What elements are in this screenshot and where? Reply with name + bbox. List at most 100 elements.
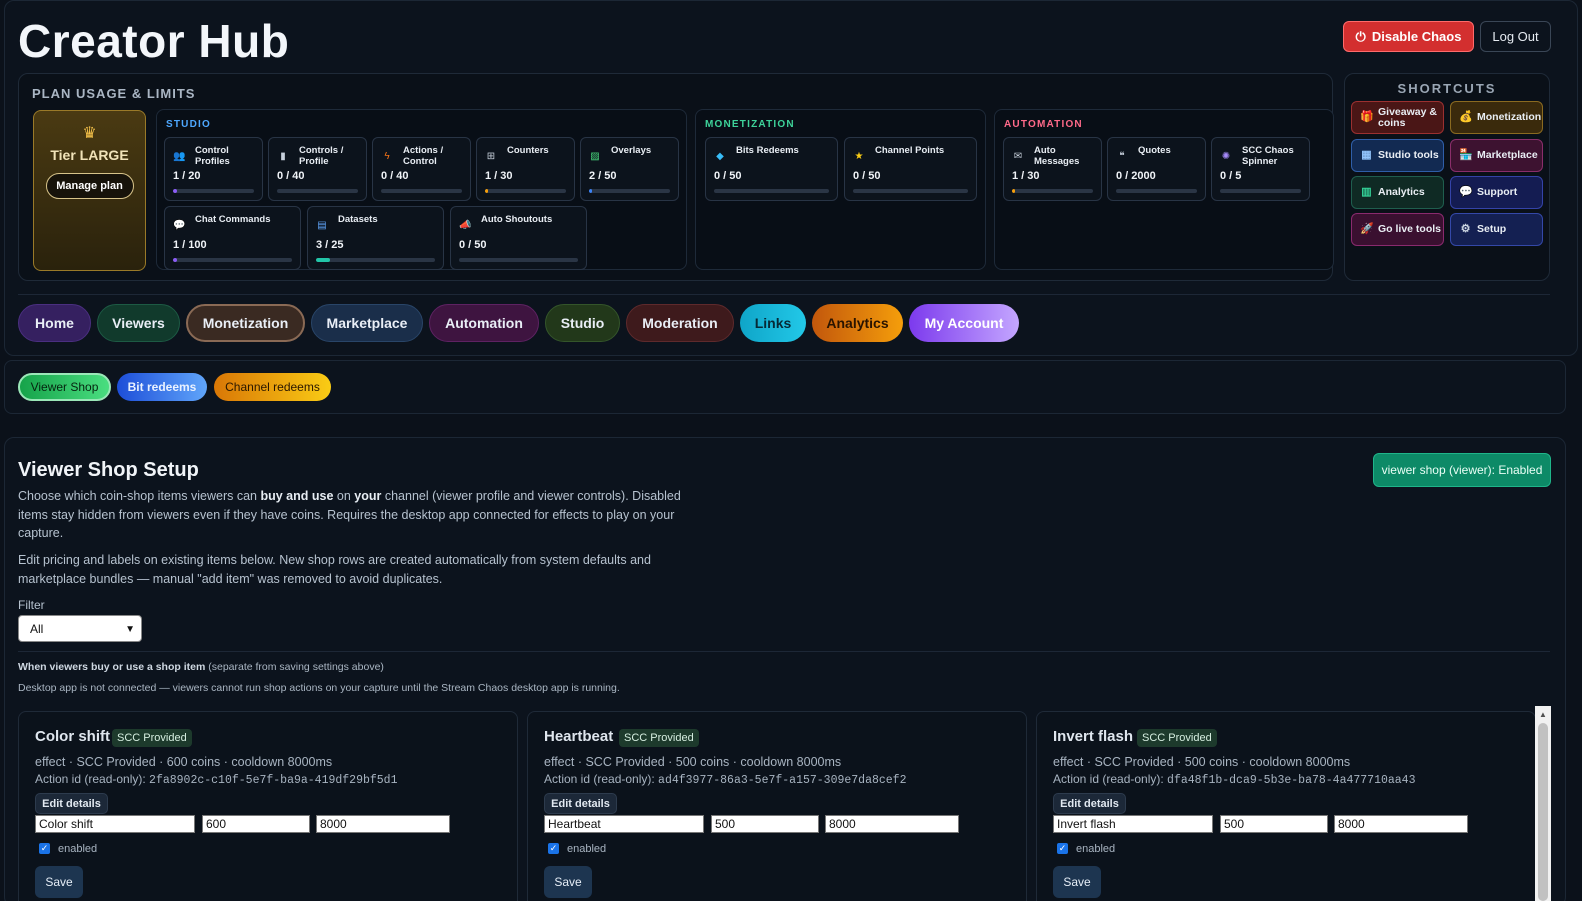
chat-icon: 💬 — [173, 220, 186, 231]
viewer-shop-status-badge: viewer shop (viewer): Enabled — [1373, 453, 1551, 487]
tab-monetization[interactable]: Monetization — [186, 304, 305, 342]
usage-card-count: 0 / 50 — [853, 170, 881, 182]
usage-card-count: 0 / 40 — [381, 170, 409, 182]
item-price-input[interactable]: 600 — [202, 815, 310, 833]
item-cooldown-input[interactable]: 8000 — [1334, 815, 1468, 833]
usage-card-count: 0 / 2000 — [1116, 170, 1156, 182]
viewer-shop-title: Viewer Shop Setup — [18, 459, 199, 481]
disable-chaos-label: Disable Chaos — [1371, 29, 1462, 44]
shortcut-analytics[interactable]: ▥ Analytics — [1351, 176, 1444, 209]
desc-text: on — [333, 489, 355, 503]
item-price-input[interactable]: 500 — [711, 815, 819, 833]
save-button[interactable]: Save — [1053, 866, 1101, 898]
action-id-value: ad4f3977-86a3-5e7f-a157-309e7da8cef2 — [658, 774, 907, 787]
quote-icon: ❝ — [1119, 151, 1125, 162]
shortcut-label: Studio tools — [1378, 149, 1439, 161]
shortcut-studio-tools[interactable]: ▦ Studio tools — [1351, 139, 1444, 172]
logout-button[interactable]: Log Out — [1480, 21, 1551, 52]
shortcut-label: Support — [1477, 186, 1518, 198]
item-cooldown-input[interactable]: 8000 — [825, 815, 959, 833]
scrollbar[interactable]: ▲ — [1535, 706, 1551, 901]
tab-automation[interactable]: Automation — [429, 304, 539, 342]
edit-details-button[interactable]: Edit details — [544, 793, 617, 814]
tab-analytics[interactable]: Analytics — [812, 304, 903, 342]
tab-marketplace[interactable]: Marketplace — [311, 304, 423, 342]
shop-item-action-id: Action id (read-only): 2fa8902c-c10f-5e7… — [35, 772, 398, 787]
save-button[interactable]: Save — [544, 866, 592, 898]
enabled-checkbox[interactable]: ✓ — [39, 843, 50, 854]
usage-card-label: Overlays — [611, 145, 652, 156]
tier-name: Tier LARGE — [50, 147, 129, 163]
manage-plan-button[interactable]: Manage plan — [45, 173, 134, 199]
shortcut-giveaway[interactable]: 🎁 Giveaway & coins — [1351, 101, 1444, 134]
subtab-bit-redeems[interactable]: Bit redeems — [117, 373, 207, 401]
scc-provided-badge: SCC Provided — [112, 729, 192, 747]
action-id-value: dfa48f1b-dca9-5b3e-ba78-4a477710aa43 — [1167, 774, 1416, 787]
usage-bar — [1116, 189, 1197, 193]
plan-usage-panel: PLAN USAGE & LIMITS ♛ Tier LARGE Manage … — [18, 73, 1334, 281]
usage-bar — [277, 189, 358, 193]
chat-bubble-icon: 💬 — [1459, 186, 1473, 198]
scrollbar-thumb[interactable] — [1538, 723, 1548, 901]
action-id-label: Action id (read-only): — [544, 772, 659, 786]
usage-card-actions-per-control: ϟ Actions / Control 0 / 40 — [372, 137, 471, 201]
shop-item-card: Color shift SCC Provided effect · SCC Pr… — [18, 711, 518, 901]
shortcut-setup[interactable]: ⚙ Setup — [1450, 213, 1543, 246]
tab-home[interactable]: Home — [18, 304, 91, 342]
usage-card-count: 1 / 20 — [173, 170, 201, 182]
scroll-up-icon[interactable]: ▲ — [1539, 710, 1547, 719]
item-cooldown-input[interactable]: 8000 — [316, 815, 450, 833]
tab-links[interactable]: Links — [740, 304, 806, 342]
item-name-input[interactable]: Invert flash — [1053, 815, 1213, 833]
power-icon: ⏻ — [1355, 28, 1366, 44]
item-name-input[interactable]: Heartbeat — [544, 815, 704, 833]
chart-icon: ▥ — [1361, 186, 1372, 198]
usage-card-count: 1 / 30 — [1012, 170, 1040, 182]
item-name-input[interactable]: Color shift — [35, 815, 195, 833]
disable-chaos-button[interactable]: ⏻ Disable Chaos — [1343, 21, 1474, 52]
divider — [18, 651, 1550, 652]
enabled-label: enabled — [1076, 843, 1116, 855]
shortcut-support[interactable]: 💬 Support — [1450, 176, 1543, 209]
usage-card-channel-points: ★ Channel Points 0 / 50 — [844, 137, 977, 201]
save-button[interactable]: Save — [35, 866, 83, 898]
edit-details-button[interactable]: Edit details — [35, 793, 108, 814]
shortcut-marketplace[interactable]: 🏪 Marketplace — [1450, 139, 1543, 172]
tab-moderation[interactable]: Moderation — [626, 304, 734, 342]
plan-usage-heading: PLAN USAGE & LIMITS — [32, 86, 196, 101]
tab-studio[interactable]: Studio — [545, 304, 620, 342]
shortcuts-heading: SHORTCUTS — [1397, 81, 1497, 96]
scc-provided-badge: SCC Provided — [1137, 729, 1217, 747]
chevron-down-icon: ▼ — [125, 624, 135, 635]
shortcut-label: Giveaway & coins — [1378, 105, 1437, 129]
enabled-label: enabled — [567, 843, 607, 855]
shortcuts-panel: SHORTCUTS 🎁 Giveaway & coins 💰 Monetizatio… — [1344, 73, 1550, 281]
usage-bar — [1012, 189, 1093, 193]
edit-details-button[interactable]: Edit details — [1053, 793, 1126, 814]
usage-card-count: 0 / 5 — [1220, 170, 1242, 182]
shortcut-label: Monetization — [1477, 111, 1542, 123]
enabled-label: enabled — [58, 843, 98, 855]
item-price-input[interactable]: 500 — [1220, 815, 1328, 833]
subtab-channel-redeems[interactable]: Channel redeems — [214, 373, 331, 401]
envelope-icon: ✉ — [1013, 151, 1023, 162]
studio-icon: ▦ — [1361, 149, 1372, 161]
enabled-checkbox[interactable]: ✓ — [548, 843, 559, 854]
usage-card-count: 1 / 100 — [173, 239, 207, 251]
desktop-app-status: Desktop app is not connected — viewers c… — [18, 682, 620, 694]
subtab-viewer-shop[interactable]: Viewer Shop — [18, 373, 111, 401]
shortcut-monetization[interactable]: 💰 Monetization — [1450, 101, 1543, 134]
scc-provided-badge: SCC Provided — [619, 729, 699, 747]
tab-viewers[interactable]: Viewers — [97, 304, 180, 342]
usage-bar — [485, 189, 566, 193]
usage-bar-fill — [485, 189, 488, 193]
tab-my-account[interactable]: My Account — [909, 304, 1019, 342]
shortcut-go-live[interactable]: 🚀 Go live tools — [1351, 213, 1444, 246]
shortcut-label: Go live tools — [1378, 223, 1442, 235]
filter-select[interactable]: All ▼ — [18, 615, 142, 642]
enabled-checkbox[interactable]: ✓ — [1057, 843, 1068, 854]
gear-icon: ⚙ — [1460, 223, 1471, 235]
usage-bar — [316, 258, 435, 262]
page-title: Creator Hub — [18, 15, 290, 67]
usage-card-count: 0 / 50 — [714, 170, 742, 182]
